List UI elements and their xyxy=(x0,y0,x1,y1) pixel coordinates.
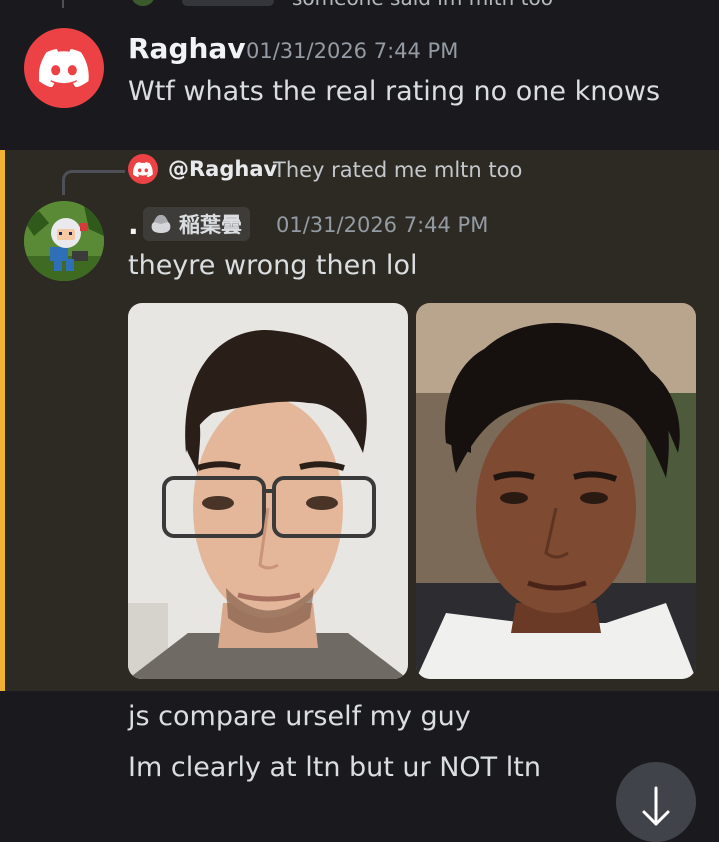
timestamp: 01/31/2026 7:44 PM xyxy=(276,213,489,237)
reply-spine xyxy=(62,170,125,195)
scroll-to-bottom-button[interactable] xyxy=(616,762,696,842)
clan-tag xyxy=(182,0,274,6)
reply-avatar[interactable] xyxy=(128,154,158,184)
avatar-image xyxy=(24,201,104,281)
reply-text[interactable]: They rated me mltn too xyxy=(273,158,522,182)
photo-1 xyxy=(128,303,408,679)
previous-reply-text: someone said im mltn too xyxy=(292,0,553,8)
photo-2 xyxy=(416,303,696,679)
message-text: Im clearly at ltn but ur NOT ltn xyxy=(128,752,541,783)
timestamp: 01/31/2026 7:44 PM xyxy=(246,39,459,63)
previous-reply-preview[interactable]: someone said im mltn too xyxy=(62,0,562,8)
display-name[interactable]: . xyxy=(128,208,139,241)
avatar[interactable] xyxy=(24,201,104,281)
arrow-down-icon xyxy=(642,786,670,826)
message-text: js compare urself my guy xyxy=(128,701,471,732)
attachment-image-2[interactable] xyxy=(416,303,696,679)
message-text: Wtf whats the real rating no one knows xyxy=(128,76,661,107)
avatar[interactable] xyxy=(24,28,104,108)
reply-avatar xyxy=(132,0,154,6)
discord-logo-icon xyxy=(133,161,153,177)
clan-tag-text: 稲葉曇 xyxy=(179,213,242,237)
mention-highlight-bar xyxy=(0,150,5,691)
reply-spine xyxy=(62,0,64,8)
reply-mention[interactable]: @Raghav xyxy=(168,157,277,181)
clan-tag[interactable]: 稲葉曇 xyxy=(143,207,250,241)
discord-logo-icon xyxy=(39,49,89,87)
message-text: theyre wrong then lol xyxy=(128,250,418,281)
attachment-image-1[interactable] xyxy=(128,303,408,679)
clan-badge-icon xyxy=(151,215,171,233)
username[interactable]: Raghav xyxy=(128,32,246,65)
